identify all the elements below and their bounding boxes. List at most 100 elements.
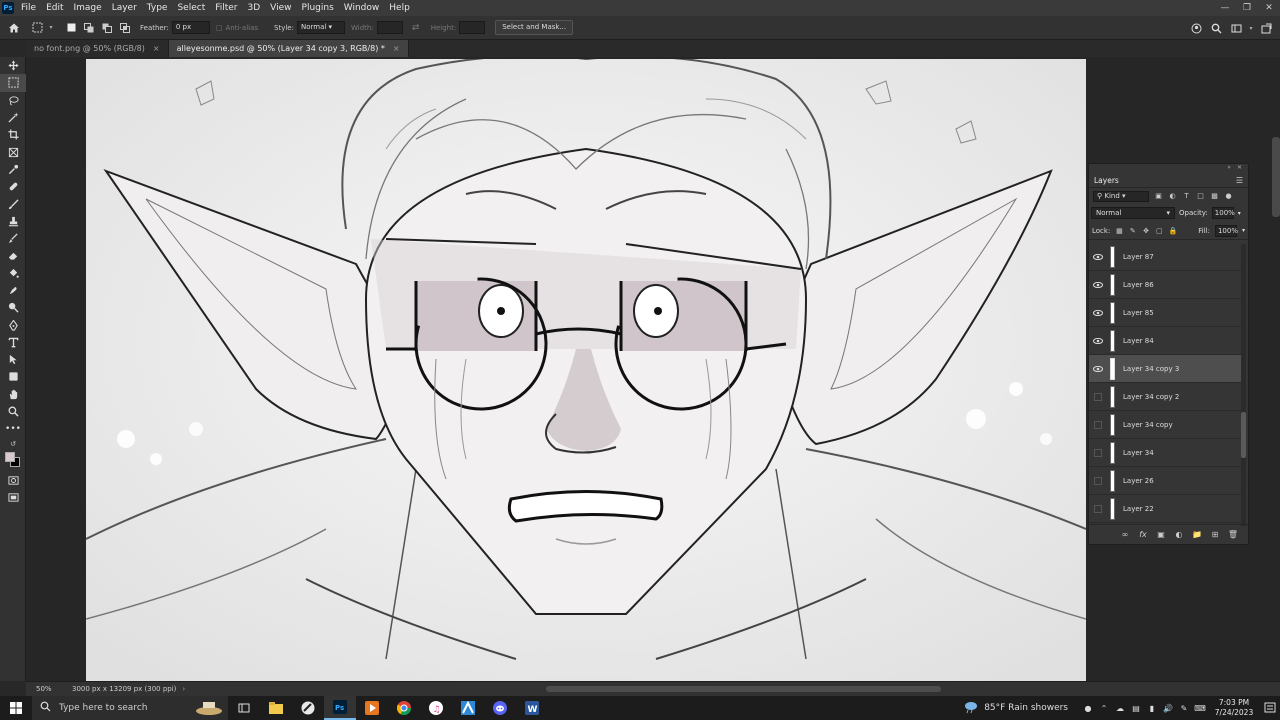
menu-layer[interactable]: Layer	[107, 3, 142, 13]
adjustment-layer-icon[interactable]: ◐	[1174, 530, 1184, 540]
visibility-toggle[interactable]	[1089, 439, 1107, 467]
lock-pixels-icon[interactable]: ✎	[1129, 226, 1137, 235]
document-canvas[interactable]	[86, 59, 1086, 681]
height-input[interactable]	[459, 21, 486, 34]
visibility-toggle[interactable]	[1089, 467, 1107, 495]
history-brush-tool-icon[interactable]	[0, 230, 26, 247]
menu-filter[interactable]: Filter	[210, 3, 242, 13]
pen-tool-icon[interactable]	[0, 316, 26, 333]
new-selection-icon[interactable]	[64, 21, 78, 35]
filter-kind-select[interactable]: ⚲ Kind ▾	[1093, 190, 1149, 202]
swap-dimensions-icon[interactable]: ⇄	[409, 21, 423, 35]
battery-icon[interactable]: ▮	[1144, 700, 1160, 716]
clone-stamp-tool-icon[interactable]	[0, 213, 26, 230]
antialias-checkbox[interactable]: □	[216, 24, 223, 32]
chevron-up-icon[interactable]: ⌃	[1096, 700, 1112, 716]
foreground-color-swatch[interactable]	[5, 451, 15, 462]
volume-icon[interactable]: 🔊	[1160, 700, 1176, 716]
layer-row[interactable]: Layer 87	[1089, 243, 1241, 271]
delete-layer-icon[interactable]: 🗑	[1228, 530, 1238, 540]
menu-image[interactable]: Image	[69, 3, 107, 13]
network-icon[interactable]: ▤	[1128, 700, 1144, 716]
search-icon[interactable]	[1208, 20, 1224, 36]
visibility-eye-icon[interactable]	[1089, 243, 1107, 271]
layers-scrollbar[interactable]	[1241, 244, 1246, 526]
intersect-selection-icon[interactable]	[118, 21, 132, 35]
visibility-toggle[interactable]	[1089, 495, 1107, 523]
layer-row[interactable]: Layer 34	[1089, 439, 1241, 467]
chevron-down-icon[interactable]: ▾	[48, 21, 54, 35]
paint-bucket-tool-icon[interactable]	[0, 265, 26, 282]
opacity-input[interactable]: 100%	[1211, 207, 1235, 219]
new-layer-icon[interactable]: ⊞	[1210, 530, 1220, 540]
feather-input[interactable]: 0 px	[171, 21, 210, 34]
visibility-eye-icon[interactable]	[1089, 327, 1107, 355]
fill-input[interactable]: 100%	[1214, 224, 1238, 237]
collapse-panel-icon[interactable]: »	[1227, 164, 1231, 174]
close-icon[interactable]: ×	[153, 44, 160, 53]
tab-alleyesonme[interactable]: alleyesonme.psd @ 50% (Layer 34 copy 3, …	[168, 40, 409, 57]
add-mask-icon[interactable]: ▣	[1156, 530, 1166, 540]
select-and-mask-button[interactable]: Select and Mask...	[495, 20, 574, 35]
close-icon[interactable]: ✕	[1258, 0, 1280, 16]
type-filter-icon[interactable]: T	[1182, 192, 1191, 201]
windows-start-icon[interactable]	[0, 696, 32, 720]
clip-studio-icon[interactable]	[292, 696, 324, 720]
chevron-down-icon[interactable]: ▾	[1238, 210, 1241, 217]
menu-window[interactable]: Window	[339, 3, 385, 13]
healing-brush-tool-icon[interactable]	[0, 178, 26, 195]
menu-type[interactable]: Type	[142, 3, 173, 13]
taskbar-search[interactable]: Type here to search	[32, 696, 228, 720]
lock-all-icon[interactable]: 🔒	[1169, 226, 1178, 235]
adjustment-filter-icon[interactable]: ◐	[1168, 192, 1177, 201]
width-input[interactable]	[376, 21, 403, 34]
file-explorer-icon[interactable]	[260, 696, 292, 720]
menu-plugins[interactable]: Plugins	[297, 3, 339, 13]
horizontal-scrollbar[interactable]	[546, 686, 941, 692]
type-tool-icon[interactable]	[0, 334, 26, 351]
shape-tool-icon[interactable]	[0, 368, 26, 385]
cloud-icon[interactable]: ☁	[1112, 700, 1128, 716]
frame-tool-icon[interactable]	[0, 143, 26, 160]
itunes-icon[interactable]: ♫	[420, 696, 452, 720]
visibility-eye-icon[interactable]	[1089, 299, 1107, 327]
discord-icon[interactable]	[484, 696, 516, 720]
layer-row[interactable]: Layer 85	[1089, 299, 1241, 327]
vertical-scrollbar[interactable]	[1272, 137, 1280, 217]
photoshop-taskbar-icon[interactable]: Ps	[324, 696, 356, 720]
lock-artboard-icon[interactable]: ▢	[1155, 226, 1163, 235]
close-icon[interactable]: ✕	[1237, 164, 1242, 174]
share-export-icon[interactable]	[1258, 20, 1274, 36]
move-tool-icon[interactable]	[0, 57, 26, 74]
keyboard-icon[interactable]: ⌨	[1192, 700, 1208, 716]
marquee-tool-icon[interactable]	[0, 74, 26, 92]
share-icon[interactable]	[1188, 20, 1204, 36]
new-group-icon[interactable]: 📁	[1192, 530, 1202, 540]
zoom-level[interactable]: 50%	[26, 685, 56, 693]
visibility-toggle[interactable]	[1089, 383, 1107, 411]
taskbar-clock[interactable]: 7:03 PM 7/24/2023	[1208, 698, 1260, 718]
layer-row[interactable]: Layer 34 copy	[1089, 411, 1241, 439]
hand-tool-icon[interactable]	[0, 386, 26, 403]
menu-edit[interactable]: Edit	[41, 3, 68, 13]
menu-file[interactable]: File	[16, 3, 41, 13]
style-select[interactable]: Normal ▾	[296, 21, 345, 34]
minimize-icon[interactable]: —	[1214, 0, 1236, 16]
lasso-tool-icon[interactable]	[0, 92, 26, 109]
media-player-icon[interactable]	[356, 696, 388, 720]
magic-wand-tool-icon[interactable]	[0, 109, 26, 126]
pen-icon[interactable]: ✎	[1176, 700, 1192, 716]
smart-object-filter-icon[interactable]: ▩	[1210, 192, 1219, 201]
weather-widget[interactable]: 85°F Rain showers	[963, 700, 1068, 717]
layer-row[interactable]: Layer 22	[1089, 495, 1241, 523]
eyedropper-tool-icon[interactable]	[0, 161, 26, 178]
task-view-icon[interactable]	[228, 696, 260, 720]
chevron-right-icon[interactable]: ›	[182, 685, 185, 693]
pixel-filter-icon[interactable]: ▣	[1154, 192, 1163, 201]
layer-row[interactable]: Layer 26	[1089, 467, 1241, 495]
path-selection-tool-icon[interactable]	[0, 351, 26, 368]
dodge-tool-icon[interactable]	[0, 299, 26, 316]
marquee-preset-icon[interactable]	[30, 21, 44, 35]
restore-icon[interactable]: ❐	[1236, 0, 1258, 16]
lock-position-icon[interactable]: ✥	[1142, 226, 1150, 235]
